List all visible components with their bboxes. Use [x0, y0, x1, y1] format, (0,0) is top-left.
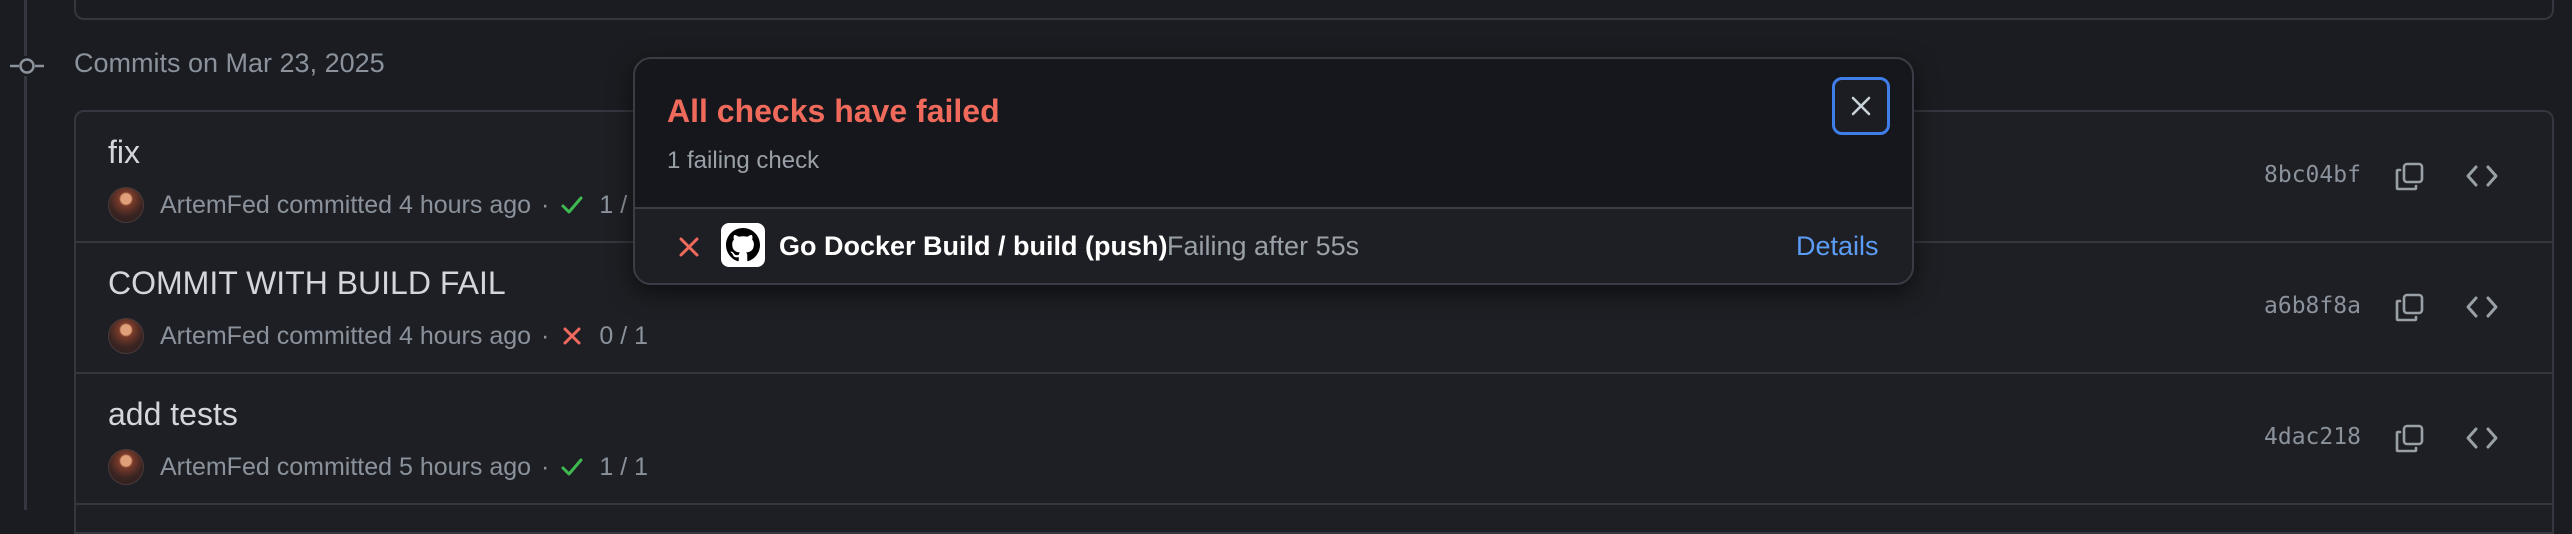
meta-separator: ·	[541, 452, 550, 481]
avatar[interactable]	[108, 318, 144, 354]
x-icon	[677, 235, 701, 264]
failing-check-count: 1 failing check	[667, 147, 820, 174]
copy-sha-button[interactable]	[2390, 156, 2430, 196]
check-run-row: Go Docker Build / build (push) Failing a…	[635, 207, 1912, 283]
commit-row: add tests ArtemFed committed 5 hours ago…	[76, 374, 2552, 505]
commit-sha[interactable]: 4dac218	[2264, 424, 2361, 450]
copy-icon	[2395, 293, 2424, 322]
commit-title[interactable]: add tests	[108, 396, 238, 433]
checks-popover: All checks have failed 1 failing check G…	[633, 57, 1914, 285]
meta-separator: ·	[541, 190, 550, 219]
copy-sha-button[interactable]	[2390, 418, 2430, 458]
commit-author[interactable]: ArtemFed	[160, 453, 270, 482]
commit-author[interactable]: ArtemFed	[160, 322, 270, 351]
copy-sha-button[interactable]	[2390, 287, 2430, 327]
check-icon[interactable]	[559, 454, 585, 480]
browse-repo-button[interactable]	[2462, 287, 2502, 327]
commit-title[interactable]: fix	[108, 134, 140, 171]
timeline-line	[24, 0, 27, 510]
details-link[interactable]: Details	[1796, 231, 1879, 262]
avatar[interactable]	[108, 187, 144, 223]
github-logo-icon	[721, 223, 765, 267]
close-icon	[1851, 96, 1871, 116]
avatar[interactable]	[108, 449, 144, 485]
check-count[interactable]: 1 / 1	[599, 453, 648, 482]
commit-meta: ArtemFed committed 4 hours ago · 0 / 1	[108, 318, 648, 354]
copy-icon	[2395, 162, 2424, 191]
popover-title: All checks have failed	[667, 93, 1000, 129]
commit-sha[interactable]: 8bc04bf	[2264, 162, 2361, 188]
copy-icon	[2395, 424, 2424, 453]
commit-meta: ArtemFed committed 4 hours ago · 1 / 1	[108, 187, 648, 223]
check-icon[interactable]	[559, 192, 585, 218]
commit-time: 4 hours ago	[398, 321, 532, 350]
commit-sha[interactable]: a6b8f8a	[2264, 293, 2361, 319]
code-icon	[2466, 427, 2498, 449]
commit-time: 4 hours ago	[398, 190, 532, 219]
code-icon	[2466, 296, 2498, 318]
browse-repo-button[interactable]	[2462, 418, 2502, 458]
commit-author[interactable]: ArtemFed	[160, 191, 270, 220]
x-icon[interactable]	[559, 323, 585, 349]
meta-separator: ·	[541, 321, 550, 350]
code-icon	[2466, 165, 2498, 187]
commit-action: committed	[276, 452, 393, 481]
commit-meta: ArtemFed committed 5 hours ago · 1 / 1	[108, 449, 648, 485]
check-count[interactable]: 0 / 1	[599, 322, 648, 351]
commit-action: committed	[276, 321, 393, 350]
check-status: Failing after 55s	[1167, 231, 1360, 261]
close-button[interactable]	[1832, 77, 1890, 135]
commit-action: committed	[276, 190, 393, 219]
git-commit-icon	[10, 56, 44, 76]
commit-date-heading: Commits on Mar 23, 2025	[74, 48, 385, 78]
previous-commit-group	[74, 0, 2554, 20]
check-name: Go Docker Build / build (push)	[779, 231, 1168, 261]
browse-repo-button[interactable]	[2462, 156, 2502, 196]
commit-time: 5 hours ago	[398, 452, 532, 481]
commit-title[interactable]: COMMIT WITH BUILD FAIL	[108, 265, 506, 302]
